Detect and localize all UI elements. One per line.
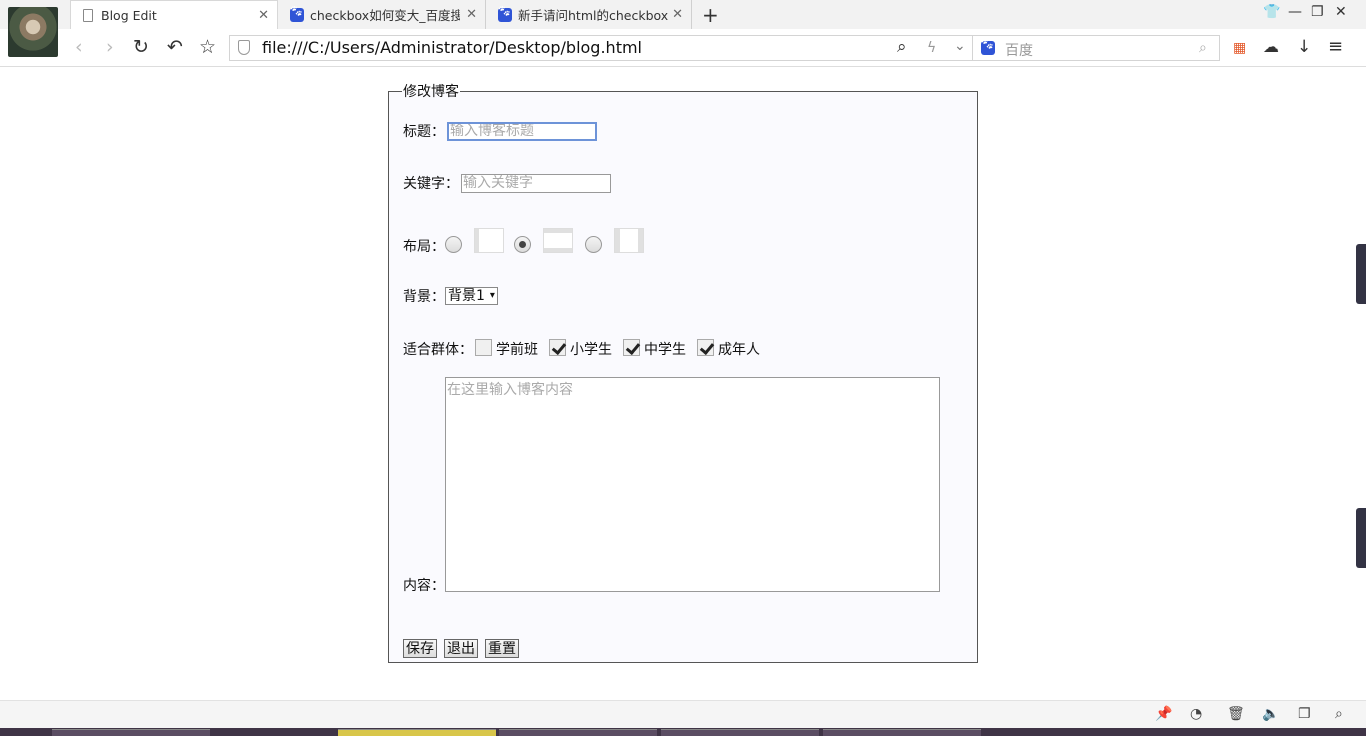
tab-checkbox-question[interactable]: 新手请问html的checkbox怎么 ✕ xyxy=(488,0,692,29)
chevron-down-icon[interactable]: ⌄ xyxy=(954,36,966,56)
taskbar-item[interactable] xyxy=(499,729,657,736)
save-button[interactable]: 保存 xyxy=(403,639,437,658)
background-select[interactable]: 背景1 xyxy=(445,287,498,305)
audience-checkbox-middle[interactable] xyxy=(623,338,640,356)
keyword-label: 关键字： xyxy=(403,176,459,192)
side-widget-top[interactable] xyxy=(1356,244,1366,304)
undo-icon[interactable]: ↶ xyxy=(167,37,183,57)
status-bar: 📌 ◔ 🗑 🔈 ❐ ⌕ xyxy=(0,700,1366,728)
close-icon[interactable]: ✕ xyxy=(258,8,269,23)
fieldset-legend: 修改博客 xyxy=(403,84,459,100)
title-row: 标题： xyxy=(403,121,597,141)
tab-title: checkbox如何变大_百度搜索 xyxy=(310,8,460,23)
download-icon[interactable]: ↓ xyxy=(1297,37,1311,57)
reset-button[interactable]: 重置 xyxy=(485,639,519,658)
search-icon[interactable]: ⌕ xyxy=(1335,706,1343,722)
content-label: 内容： xyxy=(403,578,445,594)
layout-radio-1[interactable] xyxy=(445,235,462,253)
layout-thumbnail-3 xyxy=(614,227,644,253)
tab-title: Blog Edit xyxy=(101,8,157,23)
window-icon[interactable]: ❐ xyxy=(1298,706,1311,722)
taskbar-item[interactable] xyxy=(823,729,981,736)
address-bar[interactable]: file:///C:/Users/Administrator/Desktop/b… xyxy=(229,35,972,61)
audience-checkbox-preschool[interactable] xyxy=(475,338,492,356)
exit-button[interactable]: 退出 xyxy=(444,639,478,658)
layout-radio-2[interactable] xyxy=(514,235,531,253)
shield-icon xyxy=(238,40,250,55)
volume-icon[interactable]: 🔈 xyxy=(1262,706,1279,722)
layout-thumbnail-2 xyxy=(543,227,573,253)
skin-icon[interactable]: 👕 xyxy=(1263,4,1280,20)
background-row: 背景： 背景1 xyxy=(403,286,498,306)
tab-bar: Blog Edit ✕ checkbox如何变大_百度搜索 ✕ 新手请问html… xyxy=(0,0,1366,30)
keyword-row: 关键字： xyxy=(403,173,611,193)
cloud-icon[interactable]: ☁ xyxy=(1263,37,1279,57)
close-icon[interactable]: ✕ xyxy=(466,7,477,22)
audience-checkbox-primary[interactable] xyxy=(549,338,566,356)
pin-icon[interactable]: 📌 xyxy=(1155,706,1172,722)
audience-option-label: 成年人 xyxy=(718,342,760,358)
tab-blog-edit[interactable]: Blog Edit ✕ xyxy=(70,0,278,30)
audience-option-label: 学前班 xyxy=(496,342,538,358)
audience-row: 适合群体： 学前班 小学生 中学生 成年人 xyxy=(403,338,760,359)
close-icon[interactable]: ✕ xyxy=(672,7,683,22)
avatar[interactable] xyxy=(8,7,58,57)
layout-label: 布局： xyxy=(403,239,445,255)
page-icon xyxy=(83,9,93,22)
zoom-icon[interactable]: ⌕ xyxy=(897,37,907,57)
content-row: 内容： xyxy=(403,377,940,594)
minimize-icon[interactable]: — xyxy=(1288,4,1302,20)
title-label: 标题： xyxy=(403,124,445,140)
url-text[interactable]: file:///C:/Users/Administrator/Desktop/b… xyxy=(262,38,642,57)
title-input[interactable] xyxy=(447,121,597,141)
lightning-icon[interactable]: ϟ xyxy=(927,38,936,58)
tab-title: 新手请问html的checkbox怎么 xyxy=(518,8,668,23)
star-icon[interactable]: ☆ xyxy=(199,37,216,57)
layout-radio-3[interactable] xyxy=(585,235,602,253)
audience-checkbox-adult[interactable] xyxy=(697,338,714,356)
menu-icon[interactable]: ≡ xyxy=(1328,37,1343,57)
side-widget-bottom[interactable] xyxy=(1356,508,1366,568)
search-icon[interactable]: ⌕ xyxy=(1199,38,1207,58)
speed-icon[interactable]: ◔ xyxy=(1190,706,1202,722)
baidu-icon xyxy=(290,7,304,22)
keyword-input[interactable] xyxy=(461,173,611,193)
back-icon[interactable]: ‹ xyxy=(75,37,83,57)
search-input[interactable]: 百度 xyxy=(1005,40,1033,60)
trash-icon[interactable]: 🗑 xyxy=(1227,706,1245,722)
search-box[interactable]: 百度 ⌕ xyxy=(972,35,1220,61)
maximize-icon[interactable]: ❐ xyxy=(1311,4,1324,20)
new-tab-icon[interactable]: + xyxy=(702,3,719,27)
audience-option-label: 小学生 xyxy=(570,342,612,358)
layout-row: 布局： xyxy=(403,224,644,256)
page-content: 修改博客 标题： 关键字： 布局： xyxy=(0,68,1366,700)
baidu-icon xyxy=(981,41,995,55)
taskbar-item[interactable] xyxy=(52,729,210,736)
taskbar xyxy=(0,728,1366,736)
taskbar-item[interactable] xyxy=(338,729,496,736)
refresh-icon[interactable]: ↻ xyxy=(133,37,149,57)
audience-label: 适合群体： xyxy=(403,342,473,358)
baidu-icon xyxy=(498,7,512,22)
apps-icon[interactable]: ▦ xyxy=(1233,38,1246,58)
forward-icon[interactable]: › xyxy=(106,37,114,57)
close-window-icon[interactable]: ✕ xyxy=(1335,4,1347,20)
edit-blog-fieldset: 修改博客 标题： 关键字： 布局： xyxy=(388,81,978,663)
tab-checkbox-search[interactable]: checkbox如何变大_百度搜索 ✕ xyxy=(280,0,486,29)
background-label: 背景： xyxy=(403,289,445,305)
content-textarea[interactable] xyxy=(445,377,940,592)
taskbar-item[interactable] xyxy=(661,729,819,736)
layout-thumbnail-1 xyxy=(474,227,504,253)
button-row: 保存 退出 重置 xyxy=(403,639,519,658)
audience-option-label: 中学生 xyxy=(644,342,686,358)
toolbar: ‹ › ↻ ↶ ☆ file:///C:/Users/Administrator… xyxy=(0,29,1366,67)
